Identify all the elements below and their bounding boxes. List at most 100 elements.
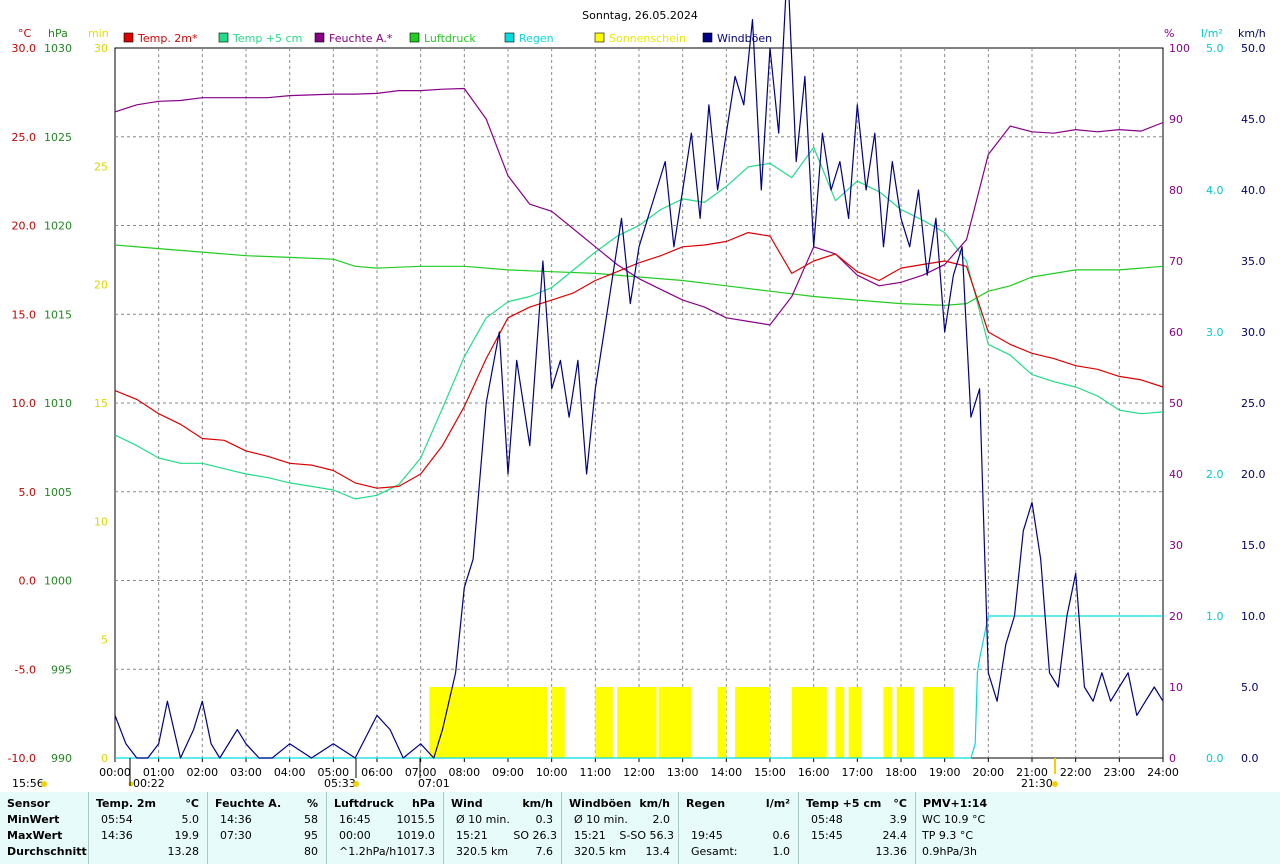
- summary-row-label: Durchschnitt: [7, 845, 87, 858]
- x-tick-label: 08:00: [448, 766, 480, 779]
- summary-header-unit: %: [306, 797, 318, 810]
- temp-tick: 15.0: [12, 308, 37, 321]
- summary-mid: SO 26.3: [513, 829, 557, 842]
- humidity-tick: 60: [1169, 326, 1183, 339]
- moonrise-icon: [128, 781, 134, 787]
- summary-value: 1017.3: [396, 845, 436, 858]
- humidity-tick: 90: [1169, 113, 1183, 126]
- legend-label-2: Feuchte A.*: [329, 32, 393, 45]
- summary-header-title: Regen: [686, 797, 726, 810]
- sunshine-bar-12: [883, 687, 893, 758]
- x-tick-label: 12:00: [623, 766, 655, 779]
- summary-value: 1.0: [772, 845, 791, 858]
- wind-tick: 30.0: [1241, 326, 1266, 339]
- summary-time: 15:45: [811, 829, 843, 842]
- rain-tick: 1.0: [1206, 610, 1224, 623]
- legend-swatch-4: [504, 32, 515, 43]
- legend-swatch-5: [594, 32, 605, 43]
- summary-time: WC 10.9 °C: [922, 813, 986, 826]
- summary-col-gust: Windböen km/h Ø 10 min. 2.0 15:21 S-SO 56.3 32…: [561, 792, 678, 864]
- summary-value: 1019.0: [396, 829, 436, 842]
- summary-header-title: Feuchte A.: [215, 797, 282, 810]
- pressure-tick: 1030: [44, 42, 72, 55]
- sunshine-axis-unit: min: [88, 27, 109, 40]
- moon-time-label: 00:22: [133, 777, 165, 790]
- legend-swatch-3: [409, 32, 420, 43]
- rain-axis-unit: l/m²: [1201, 27, 1223, 40]
- time-marker-left: 15:56: [12, 777, 44, 790]
- sunshine-tick: 20: [94, 279, 108, 292]
- summary-col-hum: Feuchte A.% 14:36 58 07:30 95 80: [207, 792, 326, 864]
- x-tick-label: 19:00: [929, 766, 961, 779]
- summary-time: 05:54: [101, 813, 133, 826]
- pressure-tick: 1025: [44, 131, 72, 144]
- sunshine-bar-10: [835, 687, 845, 758]
- temp-tick: 5.0: [19, 486, 37, 499]
- sunshine-bar-5: [617, 687, 657, 758]
- humidity-axis-unit: %: [1164, 27, 1174, 40]
- humidity-tick: 0: [1169, 752, 1176, 765]
- temp-tick: 10.0: [12, 397, 37, 410]
- summary-time: 0.9hPa/3h: [922, 845, 978, 858]
- legend-label-5: Sonnenschein: [609, 32, 686, 45]
- summary-time: 15:21: [456, 829, 488, 842]
- wind-tick: 20.0: [1241, 468, 1266, 481]
- pressure-tick: 990: [51, 752, 72, 765]
- summary-value: 3.9: [889, 813, 908, 826]
- summary-value: 19.9: [174, 829, 200, 842]
- x-tick-label: 18:00: [885, 766, 917, 779]
- pressure-tick: 1015: [44, 308, 72, 321]
- summary-header-title: Windböen: [569, 797, 632, 810]
- moonset-time-label: 07:01: [418, 777, 450, 790]
- x-tick-label: 10:00: [536, 766, 568, 779]
- sun-icon: [41, 781, 47, 787]
- summary-value: 58: [304, 813, 318, 826]
- sunshine-bar-8: [735, 687, 770, 758]
- temp-tick: -5.0: [15, 663, 36, 676]
- sunrise-icon: [353, 781, 359, 787]
- summary-value: 2.0: [652, 813, 671, 826]
- pressure-tick: 1020: [44, 220, 72, 233]
- summary-value: 1015.5: [396, 813, 436, 826]
- sunrise-time-label: 05:33: [324, 777, 356, 790]
- wind-tick: 5.0: [1241, 681, 1259, 694]
- summary-header-unit: km/h: [522, 797, 553, 810]
- summary-value: 13.36: [875, 845, 908, 858]
- humidity-tick: 10: [1169, 681, 1183, 694]
- pressure-tick: 1010: [44, 397, 72, 410]
- weather-chart: Sonntag, 26.05.2024 Temp. 2m* Temp +5 cm Fe…: [8, 0, 1266, 790]
- summary-value: 0.3: [535, 813, 554, 826]
- summary-value: 0.6: [772, 829, 791, 842]
- summary-header-unit: l/m²: [765, 797, 790, 810]
- sunshine-tick: 0: [101, 752, 108, 765]
- wind-tick: 35.0: [1241, 255, 1266, 268]
- summary-col-press: Luftdruck hPa 16:45 1015.5 00:00 1019.0 ^1.2hP…: [326, 792, 443, 864]
- summary-value: 5.0: [181, 813, 200, 826]
- pressure-tick: 1005: [44, 486, 72, 499]
- legend-label-1: Temp +5 cm: [232, 32, 302, 45]
- x-tick-label: 02:00: [186, 766, 218, 779]
- sunshine-bar-6: [658, 687, 692, 758]
- sunshine-bar-0: [429, 687, 434, 758]
- rain-tick: 4.0: [1206, 184, 1224, 197]
- legend-label-6: Windböen: [717, 32, 772, 45]
- sunshine-bar-7: [717, 687, 727, 758]
- sunset-time-label: 21:30: [1021, 777, 1053, 790]
- summary-value: 7.6: [535, 845, 554, 858]
- humidity-tick: 30: [1169, 539, 1183, 552]
- summary-mid: S-SO 56.3: [619, 829, 674, 842]
- sunshine-bar-2: [529, 687, 548, 758]
- summary-header-title: PMV+1:14: [923, 797, 988, 810]
- humidity-tick: 20: [1169, 610, 1183, 623]
- summary-header-unit: hPa: [411, 797, 435, 810]
- summary-value: 24.4: [882, 829, 908, 842]
- summary-col-temp5: Temp +5 cm °C 05:48 3.9 15:45 24.4 13.36: [798, 792, 915, 864]
- wind-tick: 10.0: [1241, 610, 1266, 623]
- humidity-tick: 80: [1169, 184, 1183, 197]
- summary-time: 07:30: [220, 829, 252, 842]
- summary-col-pmv: PMV+1:14 WC 10.9 °C TP 9.3 °C 0.9hPa/3h: [915, 792, 1280, 864]
- x-tick-label: 22:00: [1060, 766, 1092, 779]
- x-tick-label: 03:00: [230, 766, 262, 779]
- temp-axis-unit: °C: [18, 27, 32, 40]
- rain-tick: 2.0: [1206, 468, 1224, 481]
